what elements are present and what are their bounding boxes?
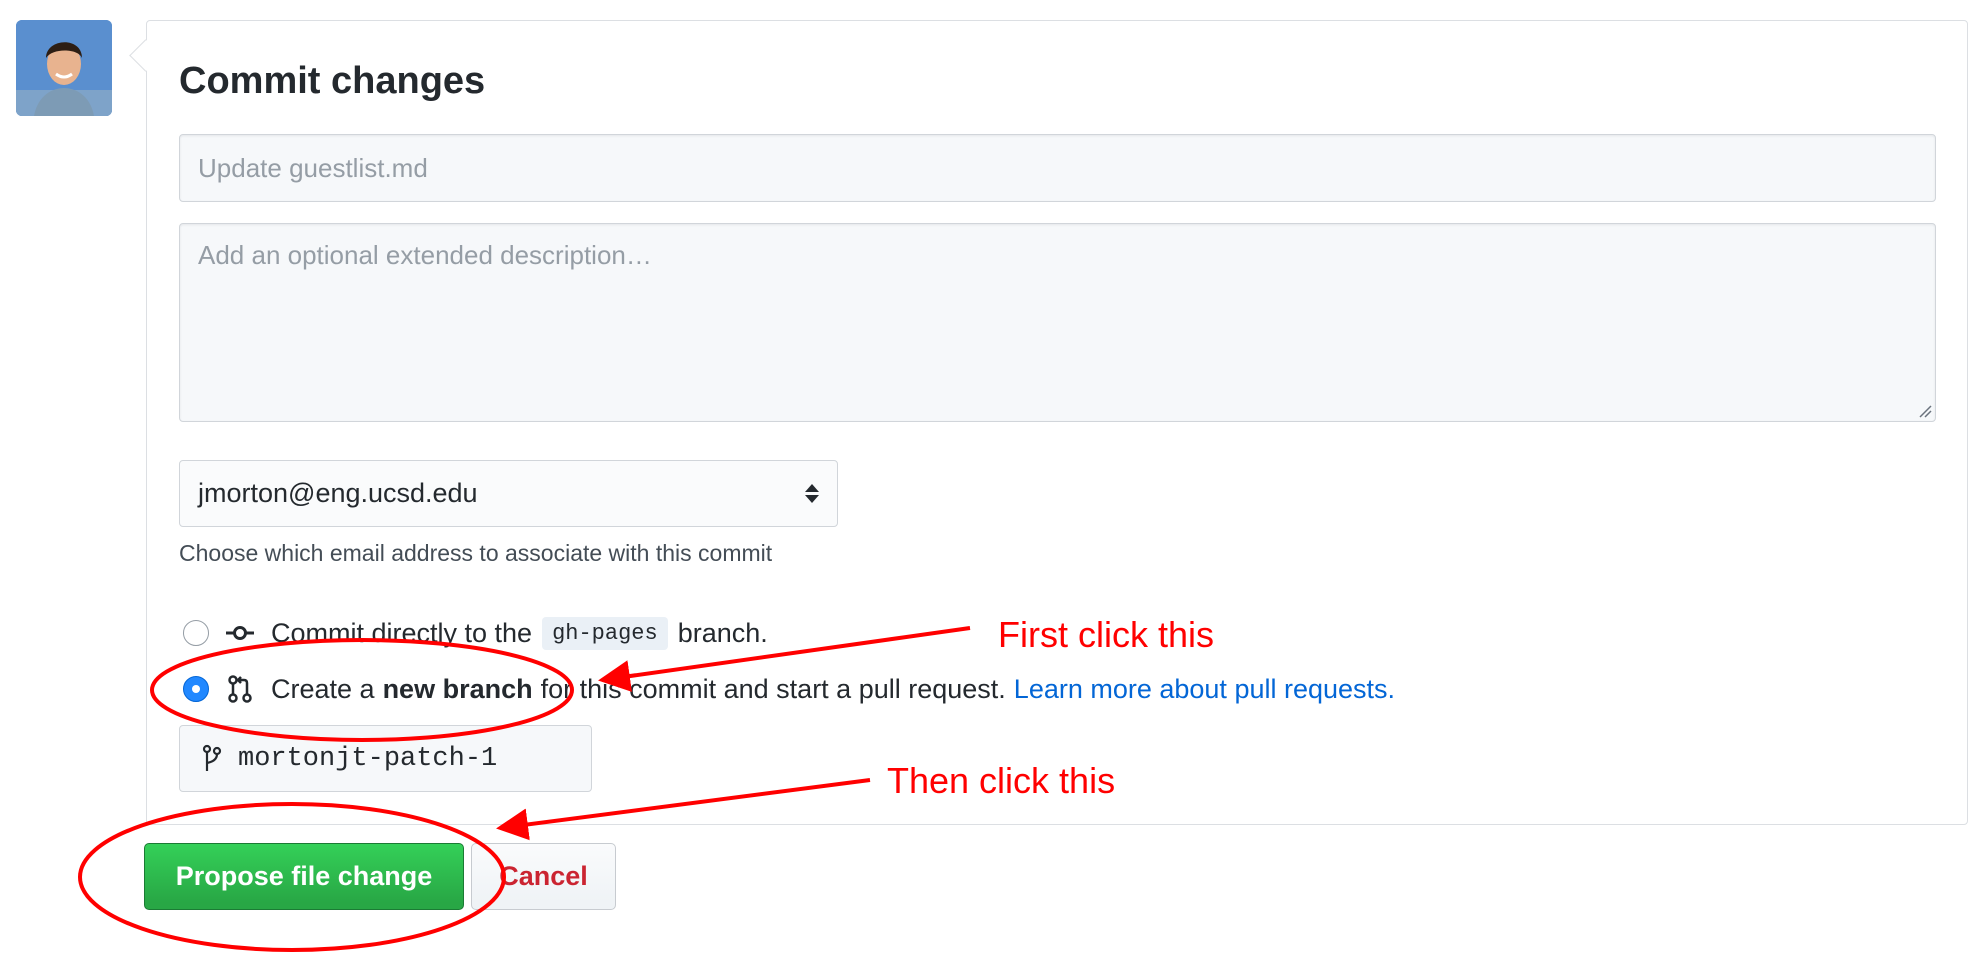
direct-option-suffix: branch. xyxy=(677,617,768,648)
git-commit-icon xyxy=(226,626,254,640)
new-branch-suffix: for this commit and start a pull request… xyxy=(540,673,1006,704)
branch-name-chip: gh-pages xyxy=(542,616,668,650)
new-branch-bold-text: new branch xyxy=(382,673,533,704)
branch-name-input[interactable] xyxy=(236,742,570,775)
branch-name-field[interactable] xyxy=(179,725,592,792)
commit-summary-input[interactable] xyxy=(179,134,1936,202)
annotation-first-click: First click this xyxy=(998,614,1214,655)
new-branch-option[interactable]: Create a new branch for this commit and … xyxy=(183,671,1395,707)
annotation-then-click: Then click this xyxy=(887,760,1116,801)
git-pull-request-icon xyxy=(228,675,252,703)
commit-description-textarea[interactable] xyxy=(179,223,1936,422)
avatar-image xyxy=(16,20,112,116)
select-arrows-icon xyxy=(805,484,819,503)
learn-more-link[interactable]: Learn more about pull requests. xyxy=(1014,674,1395,705)
user-avatar[interactable] xyxy=(16,20,112,116)
resize-handle-icon[interactable] xyxy=(1918,404,1932,418)
commit-direct-radio[interactable] xyxy=(183,620,209,646)
new-branch-prefix: Create a xyxy=(271,673,375,704)
commit-direct-option[interactable]: Commit directly to the gh-pages branch. xyxy=(183,615,768,651)
propose-file-change-button[interactable]: Propose file change xyxy=(144,843,464,910)
new-branch-radio[interactable] xyxy=(183,676,209,702)
cancel-button[interactable]: Cancel xyxy=(471,843,616,910)
page-title: Commit changes xyxy=(179,60,486,102)
git-branch-icon xyxy=(202,744,222,771)
email-select-value: jmorton@eng.ucsd.edu xyxy=(198,478,478,508)
email-select[interactable]: jmorton@eng.ucsd.edu xyxy=(179,460,838,527)
email-help-text: Choose which email address to associate … xyxy=(179,540,773,566)
direct-option-prefix: Commit directly to the xyxy=(271,617,533,648)
